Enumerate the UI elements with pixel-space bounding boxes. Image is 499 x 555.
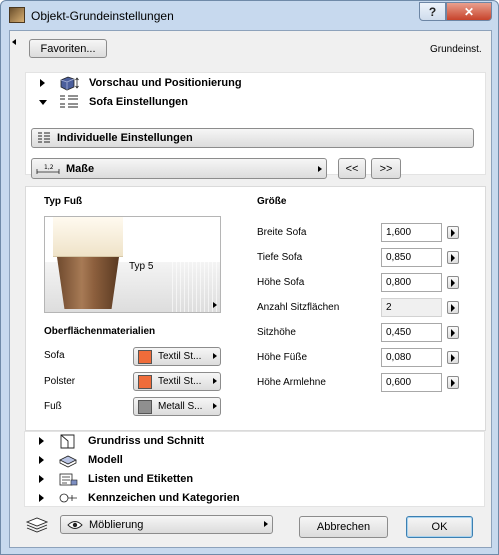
next-page-button[interactable]: >> [371,158,401,179]
expand-arrow-icon[interactable] [39,475,44,483]
param-arrow-button[interactable] [447,226,459,239]
section-preview-header[interactable]: Vorschau und Positionierung [25,74,486,92]
section-lists-header[interactable]: Listen und Etiketten [24,470,485,488]
expand-arrow-icon[interactable] [40,79,45,87]
tag-category-icon [58,490,78,506]
section-tags-header[interactable]: Kennzeichen und Kategorien [24,489,485,507]
layer-dropdown[interactable]: Möblierung [60,515,273,534]
dropdown-arrow-icon [213,353,217,359]
material-name: Textil St... [158,376,202,387]
expand-arrow-icon[interactable] [39,456,44,464]
section-tags-label: Kennzeichen und Kategorien [88,492,240,504]
param-label: Höhe Armlehne [257,377,326,388]
collapse-arrow-icon[interactable] [39,100,47,105]
favorites-button[interactable]: Favoriten... [29,39,107,58]
floorplan-section-icon [58,433,78,449]
surface-label: Polster [44,376,76,387]
section-sofa-label: Sofa Einstellungen [89,96,189,108]
list-label-icon [58,471,78,487]
leg-type-label: Typ 5 [129,261,154,272]
size-title: Größe [257,196,287,207]
material-name: Metall S... [158,401,203,412]
help-button[interactable]: ? [419,2,446,21]
param-label: Sitzhöhe [257,327,296,338]
page-select-value: Maße [66,162,95,175]
expand-arrow-icon[interactable] [39,494,44,502]
dropdown-arrow-icon [318,166,322,172]
layer-value: Möblierung [89,518,144,531]
sofa-leg-wood-image [57,257,119,309]
material-swatch [138,350,152,364]
section-floorplan-label: Grundriss und Schnitt [88,435,205,447]
param-label: Höhe Sofa [257,277,305,288]
material-name: Textil St... [158,351,202,362]
surface-label: Fuß [44,401,62,412]
section-model-label: Modell [88,454,123,466]
title-bar[interactable]: Objekt-Grundeinstellungen ? ✕ [1,1,498,30]
leg-type-preview[interactable]: Typ 5 [44,216,221,313]
material-swatch [138,400,152,414]
eye-icon [67,520,83,530]
dimension-icon: 1,2 [36,163,60,175]
param-label: Tiefe Sofa [257,252,303,263]
material-swatch [138,375,152,389]
individual-settings-button[interactable]: Individuelle Einstellungen [31,128,474,148]
param-field[interactable]: 0,600 [381,373,442,392]
param-label: Breite Sofa [257,227,307,238]
collapse-arrow-icon[interactable] [12,39,16,45]
window-title: Objekt-Grundeinstellungen [31,9,174,23]
cube-position-icon [59,75,79,91]
surface-material-picker[interactable]: Textil St... [133,347,221,366]
section-lists-label: Listen und Etiketten [88,473,194,485]
param-field[interactable]: 0,450 [381,323,442,342]
param-field[interactable]: 0,080 [381,348,442,367]
cancel-button[interactable]: Abbrechen [299,516,388,538]
param-arrow-button[interactable] [447,351,459,364]
layer-icon [24,516,50,534]
individual-settings-label: Individuelle Einstellungen [57,132,193,144]
param-arrow-button[interactable] [447,276,459,289]
parameter-list-icon [59,94,79,110]
settings-list-icon [37,131,51,145]
app-icon [9,7,25,23]
dropdown-arrow-icon [264,521,268,527]
param-arrow-button[interactable] [447,326,459,339]
section-model-header[interactable]: Modell [24,451,485,469]
dropdown-arrow-icon [213,378,217,384]
preview-arrow-icon [213,302,217,308]
leg-type-title: Typ Fuß [44,196,83,207]
sofa-leg-cushion-image [53,217,123,257]
section-floorplan-header[interactable]: Grundriss und Schnitt [24,432,485,450]
ok-button[interactable]: OK [406,516,473,538]
svg-text:1,2: 1,2 [44,164,54,171]
param-field[interactable]: 1,600 [381,223,442,242]
surface-label: Sofa [44,350,65,361]
close-button[interactable]: ✕ [446,2,492,21]
surface-material-picker[interactable]: Metall S... [133,397,221,416]
expand-arrow-icon[interactable] [39,437,44,445]
model-icon [58,452,78,468]
prev-page-button[interactable]: << [338,158,366,179]
surfaces-title: Oberflächenmaterialien [44,326,156,337]
param-arrow-button[interactable] [447,301,459,314]
param-field-readonly: 2 [381,298,442,317]
section-sofa-header[interactable]: Sofa Einstellungen [25,93,486,111]
page-select-dropdown[interactable]: 1,2 Maße [31,158,327,179]
param-field[interactable]: 0,850 [381,248,442,267]
param-label: Höhe Füße [257,352,308,363]
param-label: Anzahl Sitzflächen [257,302,340,313]
dropdown-arrow-icon [213,403,217,409]
param-arrow-button[interactable] [447,251,459,264]
section-preview-label: Vorschau und Positionierung [89,77,242,89]
context-label: Grundeinst. [430,44,482,55]
param-arrow-button[interactable] [447,376,459,389]
param-field[interactable]: 0,800 [381,273,442,292]
surface-material-picker[interactable]: Textil St... [133,372,221,391]
